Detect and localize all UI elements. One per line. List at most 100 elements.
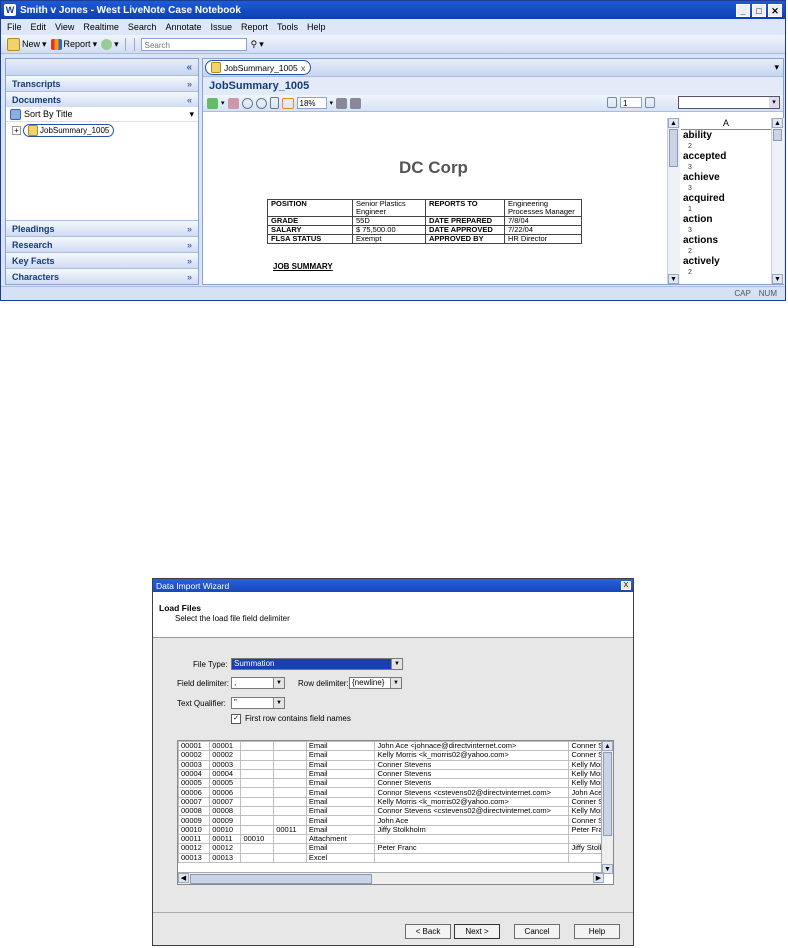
grid-horizontal-scrollbar[interactable]: ◀ ▶ xyxy=(178,872,604,884)
scroll-up-icon[interactable]: ▲ xyxy=(668,118,679,128)
menu-tools[interactable]: Tools xyxy=(277,22,298,32)
pleadings-section[interactable]: Pleadings » xyxy=(6,220,198,236)
fit-height-icon[interactable] xyxy=(269,97,279,109)
close-tab-icon[interactable]: x xyxy=(301,63,306,73)
table-row[interactable]: 00013 00013 Excel xyxy=(178,852,613,863)
scroll-up-icon[interactable]: ▲ xyxy=(772,118,783,128)
scroll-left-icon[interactable]: ◀ xyxy=(178,873,189,883)
tree-item-jobsummary[interactable]: + JobSummary_1005 xyxy=(6,124,198,137)
expand-plus-icon[interactable]: + xyxy=(12,126,21,135)
table-row[interactable]: 00006 00006 Email Connor Stevens <cstevens0… xyxy=(178,787,613,798)
collapse-pane-button[interactable]: « xyxy=(6,59,198,75)
first-row-field-names-checkbox[interactable]: ✓ xyxy=(231,714,241,724)
document-pane: JobSummary_1005 x ▾ JobSummary_1005 ▾ 18… xyxy=(202,58,784,285)
dialog-close-button[interactable]: X xyxy=(621,581,631,590)
list-item[interactable]: achieve xyxy=(681,172,771,184)
documents-section[interactable]: Documents « xyxy=(6,91,198,107)
table-row[interactable]: 00002 00002 Email Kelly Morris <k_morris02@… xyxy=(178,750,613,761)
scroll-thumb[interactable] xyxy=(603,752,612,836)
scroll-thumb[interactable] xyxy=(773,129,782,141)
rotate-right-icon[interactable] xyxy=(350,97,362,109)
menu-issue[interactable]: Issue xyxy=(210,22,232,32)
table-row[interactable]: 00005 00005 Email Conner Stevens Kelly Morr xyxy=(178,778,613,789)
next-page-icon[interactable] xyxy=(645,97,655,108)
table-row[interactable]: 00007 00007 Email Kelly Morris <k_morris02@… xyxy=(178,796,613,808)
close-button[interactable]: ✕ xyxy=(768,3,782,17)
properties-icon[interactable] xyxy=(227,97,239,109)
key-facts-section[interactable]: Key Facts » xyxy=(6,252,198,268)
list-item[interactable]: actions xyxy=(681,235,771,247)
report-button[interactable]: Report ▾ xyxy=(50,38,97,50)
help-button[interactable]: Help xyxy=(574,924,620,939)
list-item[interactable]: ability xyxy=(681,130,771,142)
table-cell xyxy=(273,750,307,761)
menu-realtime[interactable]: Realtime xyxy=(83,22,119,32)
scroll-down-icon[interactable]: ▼ xyxy=(668,274,679,284)
list-item[interactable]: acquired xyxy=(681,193,771,205)
list-item[interactable]: actively xyxy=(681,256,771,268)
new-button[interactable]: New ▾ xyxy=(7,37,47,51)
list-item[interactable]: accepted xyxy=(681,151,771,163)
word-index-scrollbar[interactable]: ▲ ▼ xyxy=(771,118,784,284)
rotate-left-icon[interactable] xyxy=(336,97,348,109)
page-number-input[interactable]: 1 xyxy=(620,97,642,108)
preview-grid[interactable]: 00001 00001 Email John Ace <johnace@directv… xyxy=(177,740,614,885)
tab-list-icon[interactable]: ▾ xyxy=(774,62,779,73)
table-cell: 00013 xyxy=(209,852,242,863)
scroll-up-icon[interactable]: ▲ xyxy=(602,741,613,751)
characters-section[interactable]: Characters » xyxy=(6,268,198,284)
table-row[interactable]: 00001 00001 Email John Ace <johnace@directv… xyxy=(178,741,613,752)
maximize-button[interactable]: □ xyxy=(752,3,766,17)
document-scrollbar[interactable]: ▲ ▼ xyxy=(667,118,680,284)
word-index-list[interactable]: A ability 2 accepted 3 achieve 3 acquire… xyxy=(681,118,771,284)
tab-jobsummary[interactable]: JobSummary_1005 x xyxy=(205,60,312,75)
search-go-button[interactable]: ⚲ ▾ xyxy=(251,39,264,50)
chevron-down-icon[interactable]: ▾ xyxy=(221,99,225,107)
zoom-in-icon[interactable] xyxy=(241,97,253,109)
table-row[interactable]: 00009 00009 Email John Ace Conner St xyxy=(178,815,613,826)
chevron-down-icon[interactable]: ▾ xyxy=(330,99,334,107)
realtime-button[interactable]: ▾ xyxy=(101,38,119,50)
word-index-combo[interactable]: ▾ xyxy=(678,96,780,109)
grid-vertical-scrollbar[interactable]: ▲ ▼ xyxy=(601,741,613,874)
scroll-thumb[interactable] xyxy=(669,129,678,167)
scroll-right-icon[interactable]: ▶ xyxy=(593,873,604,883)
file-type-select[interactable]: Summation ▼ xyxy=(231,658,403,670)
back-button[interactable]: < Back xyxy=(405,924,451,939)
main-toolbar: New ▾ Report ▾ ▾ Search ⚲ ▾ xyxy=(1,35,785,54)
menu-help[interactable]: Help xyxy=(307,22,326,32)
menu-edit[interactable]: Edit xyxy=(31,22,47,32)
research-section[interactable]: Research » xyxy=(6,236,198,252)
search-input[interactable]: Search xyxy=(140,37,247,51)
table-row[interactable]: 00003 00003 Email Conner Stevens Kelly Morr xyxy=(178,759,613,770)
table-row[interactable]: 00011 00011 00010 Attachment xyxy=(178,833,613,845)
row-delimiter-select[interactable]: {newline} ▼ xyxy=(349,677,402,689)
previous-page-icon[interactable] xyxy=(607,97,617,108)
zoom-level-combo[interactable]: 18% xyxy=(296,97,327,109)
fit-width-icon[interactable] xyxy=(281,97,294,109)
menu-report[interactable]: Report xyxy=(241,22,268,32)
menu-view[interactable]: View xyxy=(55,22,74,32)
table-row[interactable]: 00004 00004 Email Conner Stevens Kelly Morr xyxy=(178,768,613,780)
transcripts-section[interactable]: Transcripts » xyxy=(6,75,198,91)
document-viewer[interactable]: DC Corp POSITION Senior Plastics Enginee… xyxy=(203,118,667,284)
table-row[interactable]: 00008 00008 Email Connor Stevens <cstevens0… xyxy=(178,806,613,817)
menu-search[interactable]: Search xyxy=(128,22,157,32)
cancel-button[interactable]: Cancel xyxy=(514,924,560,939)
sort-dropdown[interactable]: Sort By Title ▾ xyxy=(6,107,198,122)
menu-file[interactable]: File xyxy=(7,22,22,32)
next-button[interactable]: Next > xyxy=(454,924,500,939)
minimize-button[interactable]: _ xyxy=(736,3,750,17)
document-title: JobSummary_1005 xyxy=(203,77,783,95)
scroll-thumb[interactable] xyxy=(190,874,372,884)
list-item[interactable]: action xyxy=(681,214,771,226)
document-tabs: JobSummary_1005 x ▾ xyxy=(203,59,783,77)
menu-annotate[interactable]: Annotate xyxy=(165,22,201,32)
scroll-down-icon[interactable]: ▼ xyxy=(772,274,783,284)
text-qualifier-select[interactable]: " ▼ xyxy=(231,697,285,709)
table-row[interactable]: 00010 00010 00011 Email Jiffy Stolkholm Peter… xyxy=(178,824,613,835)
zoom-out-icon[interactable] xyxy=(255,97,267,109)
table-row[interactable]: 00012 00012 Email Peter Franc Jiffy Stolk xyxy=(178,843,613,854)
annotate-icon[interactable] xyxy=(207,97,218,109)
field-delimiter-select[interactable]: , ▼ xyxy=(231,677,285,689)
